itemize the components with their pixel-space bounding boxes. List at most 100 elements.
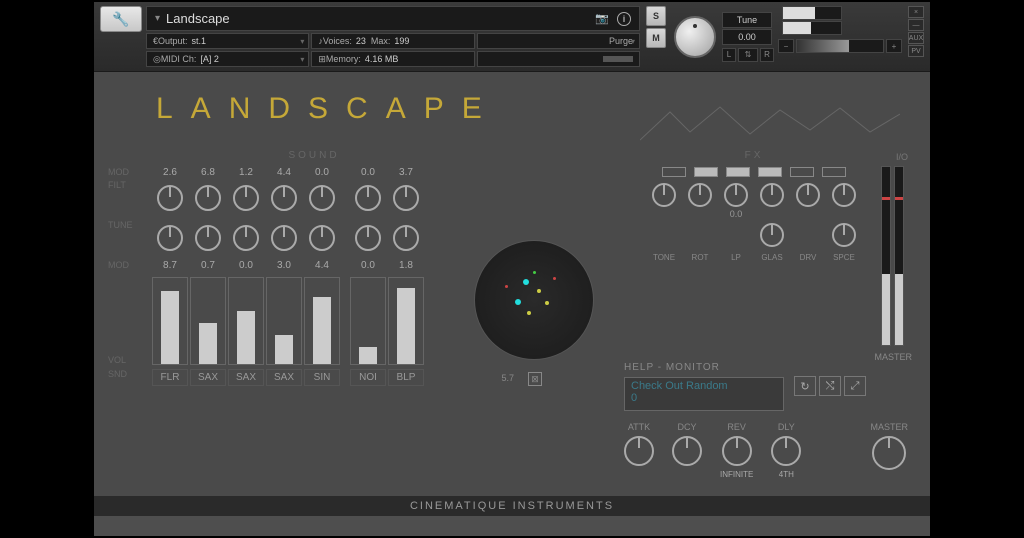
output-field[interactable]: € Output: st.1▾ — [146, 33, 309, 49]
camera-icon[interactable]: 📷 — [595, 12, 609, 25]
fx-knob[interactable]: 0.0 — [720, 183, 752, 219]
xy-close-button[interactable]: ⊠ — [528, 372, 542, 386]
fx-knob[interactable] — [756, 183, 788, 219]
fx-knob[interactable] — [684, 183, 716, 219]
wrench-button[interactable]: 🔧 — [100, 6, 142, 32]
tune-knob[interactable] — [266, 220, 302, 256]
vol-plus[interactable]: + — [886, 39, 902, 53]
filt-knob[interactable] — [190, 180, 226, 216]
fx-label: SPCE — [828, 253, 860, 262]
preset-name-dropdown[interactable]: Landscape 📷 i — [146, 6, 640, 31]
filt-knob[interactable] — [228, 180, 264, 216]
level-meter-l — [782, 6, 842, 20]
volume-slider[interactable] — [796, 39, 884, 53]
fx-toggle[interactable] — [790, 167, 814, 177]
env-dly: DLY4TH — [771, 422, 801, 480]
fx-knob[interactable] — [828, 183, 860, 219]
pv-button[interactable]: PV — [908, 45, 924, 57]
filt-knob[interactable] — [266, 180, 302, 216]
fx-knob2 — [792, 223, 824, 247]
sound-slot[interactable]: FLR — [152, 369, 188, 386]
solo-button[interactable]: S — [646, 6, 666, 26]
fx-label: TONE — [648, 253, 680, 262]
mod2-value: 3.0 — [266, 260, 302, 271]
tune-knob[interactable] — [152, 220, 188, 256]
master-meters — [881, 166, 904, 346]
tune-knob[interactable] — [674, 16, 716, 58]
tune-knob[interactable] — [304, 220, 340, 256]
tune-knob[interactable] — [228, 220, 264, 256]
help-display: Check Out Random 0 — [624, 377, 784, 411]
pan-center-icon[interactable]: ⇅ — [738, 48, 758, 62]
sound-slot[interactable]: SAX — [266, 369, 302, 386]
fx-knob[interactable] — [792, 183, 824, 219]
fx-knob2[interactable] — [828, 223, 860, 247]
fx-label: LP — [720, 253, 752, 262]
random-button[interactable]: ⤭ — [819, 376, 841, 396]
filt-knob[interactable] — [304, 180, 340, 216]
level-meter-r — [782, 21, 842, 35]
sound-slot[interactable]: BLP — [388, 369, 424, 386]
mod2-value: 4.4 — [304, 260, 340, 271]
pan-right[interactable]: R — [760, 48, 774, 62]
mod2-value: 0.0 — [350, 260, 386, 271]
env-knob[interactable] — [624, 436, 654, 466]
help-label: HELP - MONITOR — [624, 362, 784, 373]
fx-knob2[interactable] — [756, 223, 788, 247]
midi-ch-field[interactable]: ◎ MIDI Ch: [A] 2▾ — [146, 51, 309, 67]
purge-meter — [477, 51, 640, 67]
fx-toggle[interactable] — [726, 167, 750, 177]
tune-knob[interactable] — [388, 220, 424, 256]
tune-knob[interactable] — [350, 220, 386, 256]
fx-toggle[interactable] — [662, 167, 686, 177]
fx-knob[interactable] — [648, 183, 680, 219]
fx-toggle[interactable] — [694, 167, 718, 177]
env-attk: ATTK — [624, 422, 654, 480]
mod-value: 0.0 — [304, 167, 340, 178]
env-knob[interactable] — [672, 436, 702, 466]
info-icon[interactable]: i — [617, 12, 631, 26]
fx-label: ROT — [684, 253, 716, 262]
fx-section: FX 0.0 TONEROTLPGLASDRVSPCE — [624, 150, 884, 262]
sound-slot[interactable]: SAX — [190, 369, 226, 386]
volume-bar[interactable] — [350, 277, 386, 365]
filt-knob[interactable] — [350, 180, 386, 216]
filt-knob[interactable] — [152, 180, 188, 216]
master-knob[interactable] — [872, 436, 906, 470]
env-knob[interactable] — [771, 436, 801, 466]
volume-bar[interactable] — [152, 277, 188, 365]
sound-slot[interactable]: NOI — [350, 369, 386, 386]
mod2-value: 8.7 — [152, 260, 188, 271]
sound-section: SOUND MOD2.66.81.24.40.00.03.7 FILT TUNE… — [144, 150, 484, 386]
preset-name-text: Landscape — [166, 11, 230, 26]
volume-bar[interactable] — [266, 277, 302, 365]
minimize-button[interactable]: — — [908, 19, 924, 31]
mute-button[interactable]: M — [646, 28, 666, 48]
xy-pad[interactable] — [474, 240, 594, 360]
refresh-button[interactable]: ↻ — [794, 376, 816, 396]
master-knob-label: MASTER — [870, 422, 908, 432]
volume-bar[interactable] — [190, 277, 226, 365]
volume-bar[interactable] — [228, 277, 264, 365]
pan-left[interactable]: L — [722, 48, 736, 62]
fx-knob2 — [684, 223, 716, 247]
close-button[interactable]: × — [908, 6, 924, 18]
instrument-title: LANDSCAPE — [156, 92, 500, 126]
filt-knob[interactable] — [388, 180, 424, 216]
volume-bar[interactable] — [304, 277, 340, 365]
purge-dropdown[interactable]: Purge▾ — [477, 33, 640, 49]
fx-knob2 — [720, 223, 752, 247]
fx-toggle[interactable] — [822, 167, 846, 177]
fx-toggle[interactable] — [758, 167, 782, 177]
vol-minus[interactable]: − — [778, 39, 794, 53]
env-knob[interactable] — [722, 436, 752, 466]
tune-value[interactable]: 0.00 — [722, 29, 772, 45]
mod2-value: 1.8 — [388, 260, 424, 271]
aux-button[interactable]: AUX — [908, 32, 924, 44]
tune-knob[interactable] — [190, 220, 226, 256]
volume-bar[interactable] — [388, 277, 424, 365]
sound-slot[interactable]: SIN — [304, 369, 340, 386]
sound-slot[interactable]: SAX — [228, 369, 264, 386]
mod2-value: 0.0 — [228, 260, 264, 271]
expand-button[interactable]: ⤢ — [844, 376, 866, 396]
